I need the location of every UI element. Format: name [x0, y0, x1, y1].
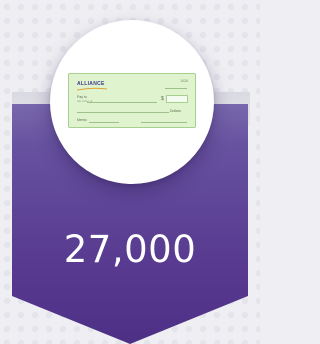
check-number: 1026 — [180, 79, 188, 83]
check-payee-line — [87, 102, 157, 103]
check-memo-line — [89, 122, 119, 123]
logo-swoosh — [77, 87, 107, 91]
stat-value: 27,000 — [63, 228, 197, 271]
check-signature-line — [141, 122, 187, 123]
check-amount-words-line — [77, 112, 169, 113]
check-icon: ALLIANCE 1026 Pay to the order of $ Doll… — [68, 73, 196, 128]
icon-circle: ALLIANCE 1026 Pay to the order of $ Doll… — [50, 20, 214, 184]
check-memo-label: Memo — [77, 118, 87, 122]
check-currency-symbol: $ — [161, 96, 164, 102]
check-dollars-label: Dollars — [170, 109, 181, 113]
check-amount-box — [166, 95, 188, 103]
check-date-line — [165, 88, 187, 89]
